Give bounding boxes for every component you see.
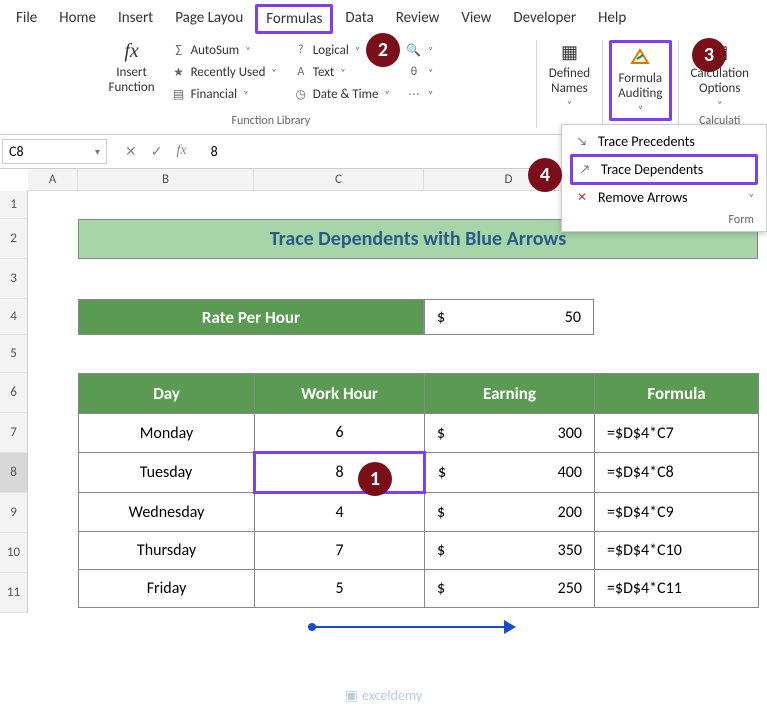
row-8[interactable]: 8 [0,453,28,493]
badge-2: 2 [366,33,400,67]
remove-icon: ✕ [574,190,590,206]
menu-pagelayout[interactable]: Page Layou [165,4,253,34]
theta-icon: θ [406,64,422,80]
row-10[interactable]: 10 [0,533,28,573]
menu-help[interactable]: Help [588,4,636,34]
excel-icon: ▣ [345,687,358,704]
menu-view[interactable]: View [451,4,501,34]
menu-home[interactable]: Home [49,4,106,34]
dropdown-sublabel: Form [570,210,758,227]
accept-icon[interactable]: ✓ [151,143,163,160]
row-1[interactable]: 1 [0,191,28,219]
sigma-icon: ∑ [171,42,187,58]
formula-auditing-button[interactable]: Formula Auditing ˅ [609,40,671,121]
fx-icon[interactable]: fx [176,143,186,160]
function-library-label: Function Library [232,111,311,128]
col-C[interactable]: C [254,169,424,191]
insert-function-button[interactable]: fx Insert Function [105,40,159,104]
menu-developer[interactable]: Developer [503,4,586,34]
row-7[interactable]: 7 [0,413,28,453]
watermark: ▣ exceldemy [345,687,422,704]
menu-insert[interactable]: Insert [108,4,163,34]
more-icon: ⋯ [406,86,422,102]
rate-label-cell: Rate Per Hour [78,299,424,335]
precedents-icon: ↘ [574,134,590,150]
row-4[interactable]: 4 [0,299,28,335]
header-workhour: Work Hour [255,374,425,414]
clock-icon: ◷ [293,86,309,102]
table-row[interactable]: Wednesday 4 $200 =$D$4*C9 [79,493,759,532]
row-5[interactable]: 5 [0,335,28,373]
menu-review[interactable]: Review [386,4,450,34]
row-9[interactable]: 9 [0,493,28,533]
rate-value-cell[interactable]: $ 50 [424,299,594,335]
menu-formulas[interactable]: Formulas [255,4,333,34]
star-icon: ★ [171,64,187,80]
table-header-row: Day Work Hour Earning Formula [79,374,759,414]
badge-4: 4 [528,158,562,192]
money-icon: ▤ [171,86,187,102]
trace-dependent-arrow [308,626,508,628]
remove-arrows-item[interactable]: ✕ Remove Arrows ˅ [570,185,758,210]
more-fn-button[interactable]: ⋯ [402,84,437,104]
data-table: Day Work Hour Earning Formula Monday 6 $… [78,373,759,608]
trace-precedents-item[interactable]: ↘ Trace Precedents [570,129,758,154]
search-icon: 🔍 [406,42,422,58]
badge-3: 3 [692,38,726,72]
selected-cell-c8[interactable]: 8 [255,453,425,493]
menu-file[interactable]: File [6,4,47,34]
names-icon: ▦ [555,40,583,64]
trace-dependents-item[interactable]: ↗ Trace Dependents [570,154,758,185]
name-box[interactable]: C8▾ [2,139,107,164]
row-3[interactable]: 3 [0,259,28,299]
lookup-button[interactable]: 🔍 [402,40,437,60]
badge-1: 1 [358,462,392,496]
table-row[interactable]: Thursday 7 $350 =$D$4*C10 [79,532,759,570]
header-earning: Earning [425,374,595,414]
table-row[interactable]: Friday 5 $250 =$D$4*C11 [79,570,759,608]
formula-auditing-dropdown: ↘ Trace Precedents ↗ Trace Dependents ✕ … [561,124,767,232]
autosum-button[interactable]: ∑AutoSum [167,40,281,60]
row-11[interactable]: 11 [0,573,28,613]
text-icon: A [293,64,309,80]
financial-button[interactable]: ▤Financial [167,84,281,104]
row-headers: 1 2 3 4 5 6 7 8 9 10 11 [0,191,28,613]
menu-data[interactable]: Data [335,4,383,34]
logical-icon: ? [293,42,309,58]
spreadsheet-grid[interactable]: 1 2 3 4 5 6 7 8 9 10 11 Trace Dependents… [0,191,767,711]
dependents-icon: ↗ [577,162,593,178]
row-2[interactable]: 2 [0,219,28,259]
cancel-icon[interactable]: ✕ [125,143,137,160]
table-row[interactable]: Monday 6 $300 =$D$4*C7 [79,414,759,453]
header-formula: Formula [595,374,759,414]
row-6[interactable]: 6 [0,373,28,413]
header-day: Day [79,374,255,414]
datetime-button[interactable]: ◷Date & Time [289,84,394,104]
main-menu: File Home Insert Page Layou Formulas Dat… [0,0,767,36]
col-B[interactable]: B [78,169,254,191]
auditing-icon [626,45,654,69]
math-button[interactable]: θ [402,62,437,82]
col-A[interactable]: A [28,169,78,191]
defined-names-button[interactable]: ▦ Defined Names ˅ [543,40,596,111]
table-row[interactable]: Tuesday 8 $400 =$D$4*C8 [79,453,759,493]
recently-used-button[interactable]: ★Recently Used [167,62,281,82]
fx-icon: fx [124,40,138,63]
